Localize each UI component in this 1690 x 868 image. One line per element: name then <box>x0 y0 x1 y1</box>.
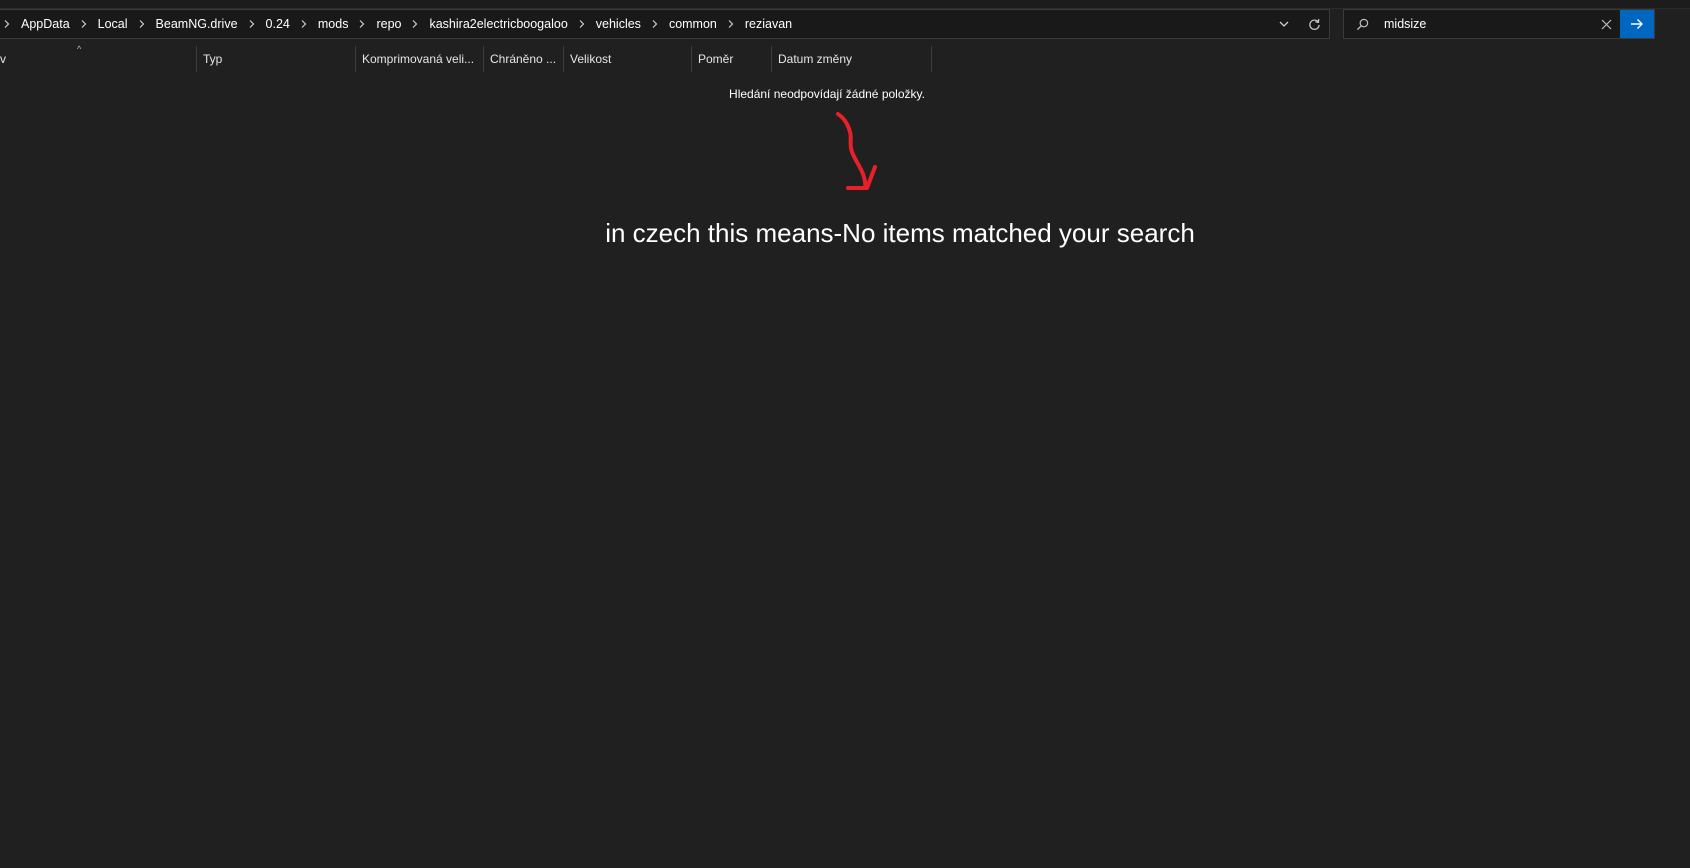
column-header-ratio[interactable]: Poměr <box>692 46 772 72</box>
chevron-right-icon[interactable] <box>648 10 662 38</box>
refresh-button[interactable] <box>1299 10 1329 38</box>
column-header-compressed-size[interactable]: Komprimovaná veli... <box>356 46 484 72</box>
arrow-right-icon <box>1631 19 1643 29</box>
chevron-right-icon[interactable] <box>408 10 422 38</box>
close-icon <box>1601 19 1611 29</box>
refresh-icon <box>1308 18 1320 30</box>
chevron-right-icon[interactable] <box>245 10 259 38</box>
column-header-size[interactable]: Velikost <box>564 46 692 72</box>
chevron-right-icon[interactable] <box>77 10 91 38</box>
chevron-right-icon[interactable] <box>297 10 311 38</box>
column-header-name[interactable]: v <box>0 46 197 72</box>
search-icon-container <box>1344 18 1380 31</box>
clear-search-button[interactable] <box>1592 10 1620 38</box>
column-header-protected[interactable]: Chráněno ... <box>484 46 564 72</box>
chevron-down-icon <box>1279 21 1289 27</box>
search-input[interactable] <box>1380 11 1592 37</box>
history-dropdown-button[interactable] <box>1269 10 1299 38</box>
search-box[interactable] <box>1343 9 1655 39</box>
chevron-right-icon[interactable] <box>724 10 738 38</box>
title-strip <box>0 0 1690 9</box>
breadcrumb-item[interactable]: 0.24 <box>259 10 297 38</box>
breadcrumb-item[interactable]: Local <box>91 10 135 38</box>
breadcrumb-item[interactable]: vehicles <box>589 10 648 38</box>
breadcrumb-item[interactable]: BeamNG.drive <box>149 10 245 38</box>
chevron-right-icon[interactable] <box>575 10 589 38</box>
breadcrumb-item[interactable]: AppData <box>14 10 77 38</box>
column-header-type[interactable]: Typ <box>197 46 356 72</box>
chevron-right-icon[interactable] <box>355 10 369 38</box>
empty-results-message: Hledání neodpovídají žádné položky. <box>729 87 925 101</box>
breadcrumb-item[interactable]: reziavan <box>738 10 799 38</box>
breadcrumb: AppData Local BeamNG.drive 0.24 mods repo kash… <box>0 10 1269 38</box>
breadcrumb-item[interactable]: mods <box>311 10 356 38</box>
breadcrumb-item[interactable]: common <box>662 10 724 38</box>
annotation-text: in czech this means-No items matched you… <box>605 218 1195 248</box>
file-explorer-window: AppData Local BeamNG.drive 0.24 mods repo kash… <box>0 0 1690 868</box>
annotation-arrow-icon <box>836 112 877 190</box>
breadcrumb-item[interactable]: kashira2electricboogaloo <box>422 10 574 38</box>
column-headers: ^ v Typ Komprimovaná veli... Chráněno ..… <box>0 44 940 72</box>
address-bar[interactable]: AppData Local BeamNG.drive 0.24 mods repo kash… <box>0 9 1330 39</box>
chevron-right-icon[interactable] <box>135 10 149 38</box>
breadcrumb-item[interactable]: repo <box>369 10 408 38</box>
search-icon <box>1356 18 1368 30</box>
search-submit-button[interactable] <box>1620 10 1654 38</box>
column-header-date-modified[interactable]: Datum změny <box>772 46 932 72</box>
chevron-right-icon[interactable] <box>0 10 14 38</box>
